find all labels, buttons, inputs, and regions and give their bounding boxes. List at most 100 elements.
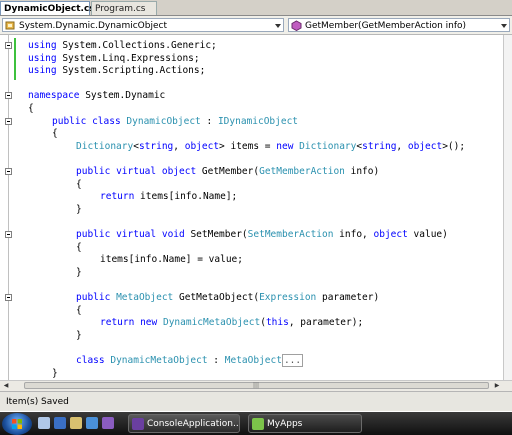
collapse-toggle-icon[interactable] bbox=[5, 117, 12, 125]
tab-dynamicobject-cs[interactable]: DynamicObject.cs bbox=[0, 1, 95, 15]
code-token: } bbox=[52, 367, 58, 379]
code-token: this bbox=[265, 317, 289, 329]
scroll-right-icon[interactable]: ▶ bbox=[493, 382, 501, 390]
member-selector-dropdown[interactable]: GetMember(GetMemberAction info) bbox=[288, 18, 510, 32]
code-token: : bbox=[200, 115, 218, 127]
code-token: System.Dynamic bbox=[79, 90, 166, 102]
collapse-toggle-icon[interactable] bbox=[5, 168, 12, 175]
code-token: , bbox=[173, 140, 185, 152]
code-token: string bbox=[362, 140, 397, 152]
code-token: { bbox=[52, 128, 58, 140]
code-token: items[info.Name]; bbox=[134, 191, 238, 203]
code-token: Dictionary bbox=[76, 140, 134, 152]
code-token: System.Scripting.Actions; bbox=[56, 65, 206, 77]
collapse-toggle-icon[interactable] bbox=[5, 231, 12, 238]
code-token: class bbox=[76, 355, 105, 366]
code-token: class bbox=[92, 115, 121, 127]
code-token: Expression bbox=[259, 292, 317, 303]
code-token: IDynamicObject bbox=[217, 115, 299, 127]
code-token: virtual bbox=[116, 229, 157, 240]
code-token: virtual bbox=[116, 166, 157, 177]
code-token: public bbox=[76, 229, 111, 240]
code-token: return bbox=[100, 191, 135, 203]
navigation-bar: System.Dynamic.DynamicObject GetMember(G… bbox=[0, 16, 512, 35]
document-tab-bar: DynamicObject.cs Program.cs bbox=[0, 0, 512, 16]
code-token: { bbox=[76, 304, 82, 316]
code-token: public bbox=[76, 292, 111, 303]
show-desktop-icon[interactable] bbox=[38, 417, 50, 429]
code-token: object bbox=[184, 140, 220, 152]
code-token: MetaObject bbox=[224, 355, 282, 366]
member-selector-label: GetMember(GetMemberAction info) bbox=[305, 21, 467, 31]
code-editor[interactable]: using System.Collections.Generic; using S… bbox=[0, 35, 503, 380]
code-token: : bbox=[207, 355, 225, 366]
explorer-icon[interactable] bbox=[70, 417, 82, 429]
code-token: info) bbox=[344, 166, 380, 177]
code-token: MetaObject bbox=[116, 292, 174, 303]
code-token: DynamicMetaObject bbox=[110, 355, 208, 366]
switch-windows-icon[interactable] bbox=[54, 417, 66, 429]
code-token: new bbox=[140, 317, 158, 329]
code-token: System.Linq.Expressions; bbox=[56, 52, 200, 64]
code-token: { bbox=[28, 103, 34, 114]
collapsed-region[interactable]: ... bbox=[281, 354, 304, 367]
code-token: >(); bbox=[442, 140, 466, 152]
code-token: System.Collections.Generic; bbox=[56, 40, 217, 51]
code-token: return bbox=[100, 317, 135, 329]
code-token: public bbox=[52, 115, 87, 127]
status-bar: Item(s) Saved bbox=[0, 391, 512, 411]
chevron-down-icon[interactable] bbox=[501, 24, 507, 28]
horizontal-scrollbar[interactable]: ◀ ||| ▶ bbox=[0, 380, 512, 391]
code-token: items[info.Name] = value; bbox=[100, 254, 243, 266]
collapse-toggle-icon[interactable] bbox=[5, 294, 12, 301]
chevron-down-icon[interactable] bbox=[275, 24, 281, 28]
collapse-toggle-icon[interactable] bbox=[5, 92, 12, 100]
code-token: new bbox=[276, 140, 294, 152]
ie-icon[interactable] bbox=[86, 417, 98, 429]
code-token: SetMemberAction bbox=[247, 229, 334, 240]
code-token: Dictionary bbox=[299, 140, 357, 152]
method-icon bbox=[291, 20, 302, 31]
code-token: } bbox=[76, 266, 82, 278]
visual-studio-icon bbox=[132, 418, 144, 430]
tab-program-cs[interactable]: Program.cs bbox=[91, 1, 157, 15]
code-token: GetMetaObject( bbox=[173, 292, 260, 303]
code-token: object bbox=[161, 166, 197, 177]
grip-icon: ||| bbox=[253, 382, 260, 389]
code-token: GetMemberAction bbox=[259, 166, 345, 177]
type-selector-dropdown[interactable]: System.Dynamic.DynamicObject bbox=[2, 18, 284, 32]
vertical-scrollbar[interactable] bbox=[503, 35, 512, 380]
windows-taskbar: ConsoleApplication... MyApps bbox=[0, 412, 512, 435]
folder-icon bbox=[252, 418, 264, 430]
windows-logo-icon bbox=[12, 419, 22, 429]
code-token: > items = bbox=[219, 140, 277, 152]
taskbar-button-myapps[interactable]: MyApps bbox=[248, 414, 362, 433]
code-token: void bbox=[161, 229, 185, 240]
collapse-toggle-icon[interactable] bbox=[5, 42, 12, 49]
code-line[interactable]: } bbox=[0, 367, 503, 380]
code-token: SetMember( bbox=[184, 229, 248, 240]
status-text: Item(s) Saved bbox=[6, 397, 69, 407]
start-button[interactable] bbox=[2, 413, 32, 435]
media-icon[interactable] bbox=[102, 417, 114, 429]
scroll-left-icon[interactable]: ◀ bbox=[2, 382, 10, 390]
code-token: parameter) bbox=[316, 292, 380, 303]
taskbar-button-console-application[interactable]: ConsoleApplication... bbox=[128, 414, 240, 433]
code-token: value) bbox=[407, 229, 448, 240]
code-token: , bbox=[396, 140, 408, 152]
code-token: namespace bbox=[28, 90, 80, 102]
taskbar-button-label: MyApps bbox=[267, 419, 303, 429]
code-token: info, bbox=[333, 229, 374, 240]
class-icon bbox=[5, 21, 15, 30]
type-selector-label: System.Dynamic.DynamicObject bbox=[19, 21, 167, 31]
code-token: } bbox=[76, 203, 82, 215]
code-token: DynamicMetaObject bbox=[162, 317, 261, 329]
code-token: object bbox=[407, 140, 443, 152]
code-token: public bbox=[76, 166, 111, 177]
code-token: { bbox=[76, 178, 82, 190]
code-token: , parameter); bbox=[288, 317, 364, 329]
taskbar-button-label: ConsoleApplication... bbox=[147, 419, 240, 429]
code-token: } bbox=[76, 329, 82, 341]
code-token: DynamicObject bbox=[126, 115, 201, 127]
code-token: string bbox=[138, 140, 174, 152]
